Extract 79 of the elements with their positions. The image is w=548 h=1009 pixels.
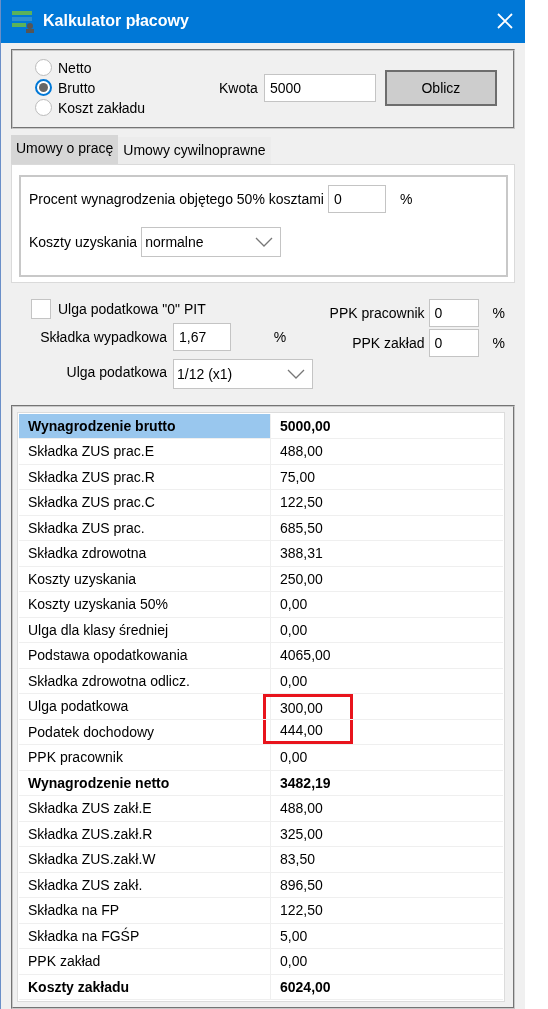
- window-title: Kalkulator płacowy: [43, 12, 190, 31]
- ppk-label: PPK zakład: [351, 334, 425, 351]
- radio-button[interactable]: [35, 59, 52, 76]
- table-cell[interactable]: Wynagrodzenie netto: [19, 770, 271, 795]
- table-cell-text: 896,50: [279, 875, 324, 895]
- chevron-down-icon: [286, 367, 306, 380]
- table-cell[interactable]: Składka ZUS zakł.: [19, 872, 271, 897]
- radio-label[interactable]: Brutto: [58, 79, 96, 96]
- ppk-field[interactable]: 0: [428, 298, 479, 327]
- table-cell-text: 122,50: [279, 901, 324, 921]
- tab[interactable]: Umowy cywilnoprawne: [118, 136, 271, 164]
- unit-label: %: [399, 190, 413, 207]
- table-cell-text: 3482,19: [279, 773, 332, 793]
- table-cell-text: 0,00: [279, 671, 309, 691]
- ppk-field[interactable]: 0: [428, 328, 479, 357]
- radio-label[interactable]: Koszt zakładu: [58, 99, 146, 116]
- costs-dropdown[interactable]: normalne: [141, 226, 282, 257]
- table-cell-text: 488,00: [279, 442, 324, 462]
- percent-field[interactable]: 0: [327, 184, 386, 213]
- table-cell-text: 488,00: [279, 799, 324, 819]
- table-cell[interactable]: Podatek dochodowy: [19, 719, 271, 744]
- amount-field[interactable]: 5000: [263, 73, 376, 102]
- highlighted-cell: 444,00: [263, 719, 353, 744]
- unit-label: %: [492, 304, 505, 321]
- table-cell[interactable]: Składka zdrowotna odlicz.: [19, 668, 271, 693]
- checkbox[interactable]: [31, 298, 51, 319]
- table-cell[interactable]: Składka ZUS.zakł.R: [19, 821, 271, 846]
- accident-label: Składka wypadkowa: [39, 328, 167, 345]
- table-cell-text: 83,50: [279, 850, 317, 870]
- table-cell[interactable]: Składka ZUS prac.R: [19, 464, 271, 489]
- table-cell[interactable]: Składka ZUS zakł.E: [19, 796, 271, 821]
- table-cell[interactable]: Ulga dla klasy średniej: [19, 617, 271, 642]
- table-cell[interactable]: Podstawa opodatkowania: [19, 643, 271, 668]
- table-cell[interactable]: Składka na FP: [19, 898, 271, 923]
- table-cell-text: 4065,00: [279, 646, 332, 666]
- radio-button[interactable]: [35, 99, 52, 116]
- table-cell[interactable]: Składka ZUS prac.E: [19, 439, 271, 464]
- table-cell-text: 5,00: [279, 926, 309, 946]
- tab[interactable]: Umowy o pracę: [11, 134, 119, 164]
- table-cell[interactable]: Wynagrodzenie brutto: [19, 413, 271, 438]
- relief-dropdown[interactable]: 1/12 (x1): [173, 358, 313, 389]
- table-cell-text: 6024,00: [279, 977, 332, 997]
- radio-button[interactable]: [35, 79, 52, 96]
- table-cell[interactable]: Koszty zakładu: [19, 974, 271, 999]
- ppk-label: PPK pracownik: [329, 304, 425, 321]
- unit-label: %: [273, 328, 288, 345]
- table-cell-text: 250,00: [279, 569, 324, 589]
- unit-label: %: [492, 334, 505, 351]
- table-cell[interactable]: Składka zdrowotna: [19, 541, 271, 566]
- table-cell[interactable]: Koszty uzyskania: [19, 566, 271, 591]
- radio-label[interactable]: Netto: [58, 59, 92, 76]
- table-cell-text: 0,00: [279, 595, 309, 615]
- chevron-down-icon: [254, 235, 275, 248]
- relief-label: Ulga podatkowa: [65, 363, 167, 380]
- calculate-button[interactable]: Oblicz: [384, 69, 497, 106]
- table-cell-text: 388,31: [279, 544, 324, 564]
- table-cell-text: 75,00: [279, 467, 317, 487]
- calculator-list-icon: [11, 9, 35, 34]
- table-cell[interactable]: PPK zakład: [19, 949, 271, 974]
- table-cell-text: 325,00: [279, 824, 324, 844]
- table-cell-text: 0,00: [279, 748, 309, 768]
- table-cell-text: 0,00: [279, 620, 309, 640]
- percent-label: Procent wynagrodzenia objętego 50% kosztami: [29, 190, 324, 207]
- accident-field[interactable]: 1,67: [173, 322, 231, 351]
- table-cell-text: 685,50: [279, 518, 324, 538]
- highlighted-cell: 300,00: [263, 694, 353, 719]
- table-cell[interactable]: Koszty uzyskania 50%: [19, 592, 271, 617]
- amount-label: Kwota: [219, 79, 258, 96]
- table-cell-text: 0,00: [279, 952, 309, 972]
- table-cell[interactable]: PPK pracownik: [19, 745, 271, 770]
- costs-label: Koszty uzyskania: [29, 233, 138, 250]
- table-cell[interactable]: Składka na FGŚP: [19, 923, 271, 948]
- table-cell[interactable]: Składka ZUS prac.C: [19, 490, 271, 515]
- table-cell[interactable]: Składka ZUS prac.: [19, 515, 271, 540]
- table-cell-text: 5000,00: [279, 416, 332, 436]
- table-cell[interactable]: Ulga podatkowa: [19, 694, 271, 719]
- table-cell[interactable]: Składka ZUS.zakł.W: [19, 847, 271, 872]
- checkbox-label[interactable]: Ulga podatkowa "0" PIT: [58, 300, 206, 317]
- table-cell-text: 122,50: [279, 493, 324, 513]
